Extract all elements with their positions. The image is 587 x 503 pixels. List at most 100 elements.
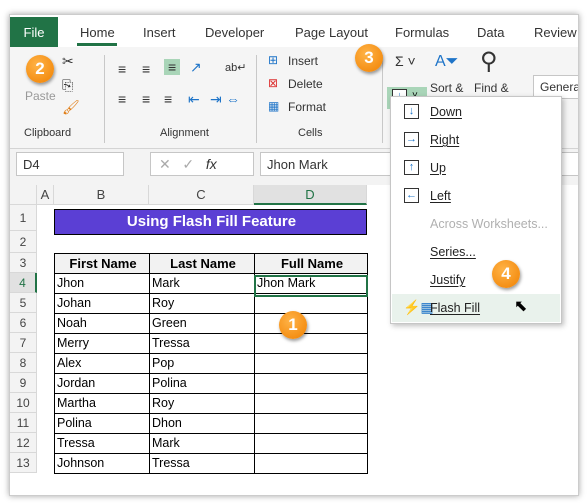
table-cell[interactable]: Roy	[149, 293, 255, 314]
column-header-a[interactable]: A	[37, 185, 54, 205]
align-middle-icon[interactable]: ≡	[142, 61, 150, 77]
table-cell[interactable]	[254, 333, 368, 354]
table-cell[interactable]	[254, 453, 368, 474]
row-header[interactable]: 10	[10, 393, 37, 413]
row-header[interactable]: 9	[10, 373, 37, 393]
column-heading[interactable]: Full Name	[254, 253, 368, 274]
row-header[interactable]: 2	[10, 231, 37, 253]
row-header[interactable]: 1	[10, 205, 37, 231]
tab-data[interactable]: Data	[477, 25, 504, 40]
align-right-icon[interactable]: ≡	[164, 91, 172, 107]
menu-item-label: Up	[430, 161, 446, 175]
column-heading[interactable]: Last Name	[149, 253, 255, 274]
delete-cells-button[interactable]: Delete	[288, 77, 323, 91]
sort-filter-button[interactable]: Sort &	[430, 81, 463, 95]
fill-menu-item-left[interactable]: ← Left	[392, 182, 560, 210]
table-cell[interactable]: Green	[149, 313, 255, 334]
insert-function-icon[interactable]: fx	[206, 156, 217, 172]
find-select-button[interactable]: Find &	[474, 81, 509, 95]
row-header[interactable]: 13	[10, 453, 37, 473]
fill-menu-item-down[interactable]: ↓ Down	[392, 98, 560, 126]
table-cell[interactable]: Johnson	[54, 453, 150, 474]
column-heading[interactable]: First Name	[54, 253, 150, 274]
row-header[interactable]: 4	[10, 273, 37, 293]
align-top-icon[interactable]: ≡	[118, 61, 126, 77]
cut-icon[interactable]: ✂	[62, 53, 74, 70]
format-cells-button[interactable]: Format	[288, 100, 326, 114]
tab-file[interactable]: File	[10, 17, 58, 47]
align-center-icon[interactable]: ≡	[142, 91, 150, 107]
table-cell[interactable]: Polina	[54, 413, 150, 434]
table-cell[interactable]	[254, 353, 368, 374]
fill-menu-item-flash-fill[interactable]: ⚡▦ Flash Fill	[392, 294, 560, 322]
name-box[interactable]: D4	[16, 152, 124, 176]
merge-center-icon[interactable]: ⇔	[226, 91, 240, 107]
sort-filter-icon[interactable]: A⏷	[435, 53, 458, 71]
fill-menu-item-up[interactable]: ↑ Up	[392, 154, 560, 182]
copy-icon[interactable]: ⎘	[62, 77, 73, 94]
menu-item-label: Flash Fill	[430, 301, 481, 315]
fill-menu-item-justify[interactable]: Justify	[392, 266, 560, 294]
orientation-icon[interactable]: ↗	[190, 59, 202, 76]
table-cell[interactable]: Noah	[54, 313, 150, 334]
table-cell[interactable]: Mark	[149, 433, 255, 454]
table-cell[interactable]	[254, 313, 368, 334]
column-header-d[interactable]: D	[254, 185, 367, 205]
table-cell[interactable]	[254, 393, 368, 414]
autosum-icon[interactable]: Σ ˅	[395, 53, 416, 69]
table-cell[interactable]: Jhon	[54, 273, 150, 294]
column-header-c[interactable]: C	[149, 185, 254, 205]
table-cell[interactable]	[254, 413, 368, 434]
fill-menu-item-right[interactable]: → Right	[392, 126, 560, 154]
paste-button[interactable]: Paste	[25, 89, 56, 103]
table-cell[interactable]: Tressa	[149, 453, 255, 474]
tab-developer[interactable]: Developer	[205, 25, 264, 40]
divider	[104, 55, 105, 143]
table-cell[interactable]: Polina	[149, 373, 255, 394]
table-cell[interactable]: Jordan	[54, 373, 150, 394]
insert-cells-icon: ⊞	[268, 53, 279, 67]
enter-icon[interactable]: ✓	[182, 156, 194, 172]
table-cell[interactable]: Tressa	[149, 333, 255, 354]
align-bottom-icon[interactable]: ≡	[164, 59, 181, 75]
decrease-indent-icon[interactable]: ⇤	[188, 91, 200, 108]
select-all-button[interactable]	[10, 185, 37, 205]
row-header[interactable]: 6	[10, 313, 37, 333]
table-cell[interactable]: Pop	[149, 353, 255, 374]
format-painter-icon[interactable]: 🖌	[62, 99, 80, 116]
row-header[interactable]: 5	[10, 293, 37, 313]
table-cell[interactable]: Alex	[54, 353, 150, 374]
tab-formulas[interactable]: Formulas	[395, 25, 449, 40]
cancel-icon[interactable]: ✕	[159, 156, 171, 172]
table-cell[interactable]: Roy	[149, 393, 255, 414]
row-header[interactable]: 7	[10, 333, 37, 353]
table-cell[interactable]	[254, 373, 368, 394]
align-left-icon[interactable]: ≡	[118, 91, 126, 107]
tab-page-layout[interactable]: Page Layout	[295, 25, 368, 40]
formula-buttons: ✕ ✓ fx	[150, 152, 254, 176]
table-cell[interactable]: Dhon	[149, 413, 255, 434]
tab-review[interactable]: Review	[534, 25, 577, 40]
tab-home[interactable]: Home	[80, 25, 115, 40]
menu-item-label: Right	[430, 133, 460, 147]
table-cell[interactable]: Johan	[54, 293, 150, 314]
row-header[interactable]: 12	[10, 433, 37, 453]
table-cell[interactable]: Tressa	[54, 433, 150, 454]
row-header[interactable]: 3	[10, 253, 37, 273]
table-cell[interactable]: Martha	[54, 393, 150, 414]
row-header[interactable]: 8	[10, 353, 37, 373]
table-cell[interactable]: Merry	[54, 333, 150, 354]
column-header-b[interactable]: B	[54, 185, 149, 205]
find-select-icon[interactable]: ⚲	[480, 47, 498, 76]
sheet-title[interactable]: Using Flash Fill Feature	[54, 209, 367, 235]
insert-cells-button[interactable]: Insert	[288, 54, 318, 68]
table-cell[interactable]	[254, 433, 368, 454]
increase-indent-icon[interactable]: ⇥	[210, 91, 222, 108]
step-badge-2: 2	[26, 55, 54, 83]
wrap-text-icon[interactable]: ab↵	[225, 61, 246, 74]
tab-insert[interactable]: Insert	[143, 25, 176, 40]
table-cell[interactable]: Mark	[149, 273, 255, 294]
fill-menu-item-series[interactable]: Series...	[392, 238, 560, 266]
step-badge-3: 3	[355, 44, 383, 72]
row-header[interactable]: 11	[10, 413, 37, 433]
